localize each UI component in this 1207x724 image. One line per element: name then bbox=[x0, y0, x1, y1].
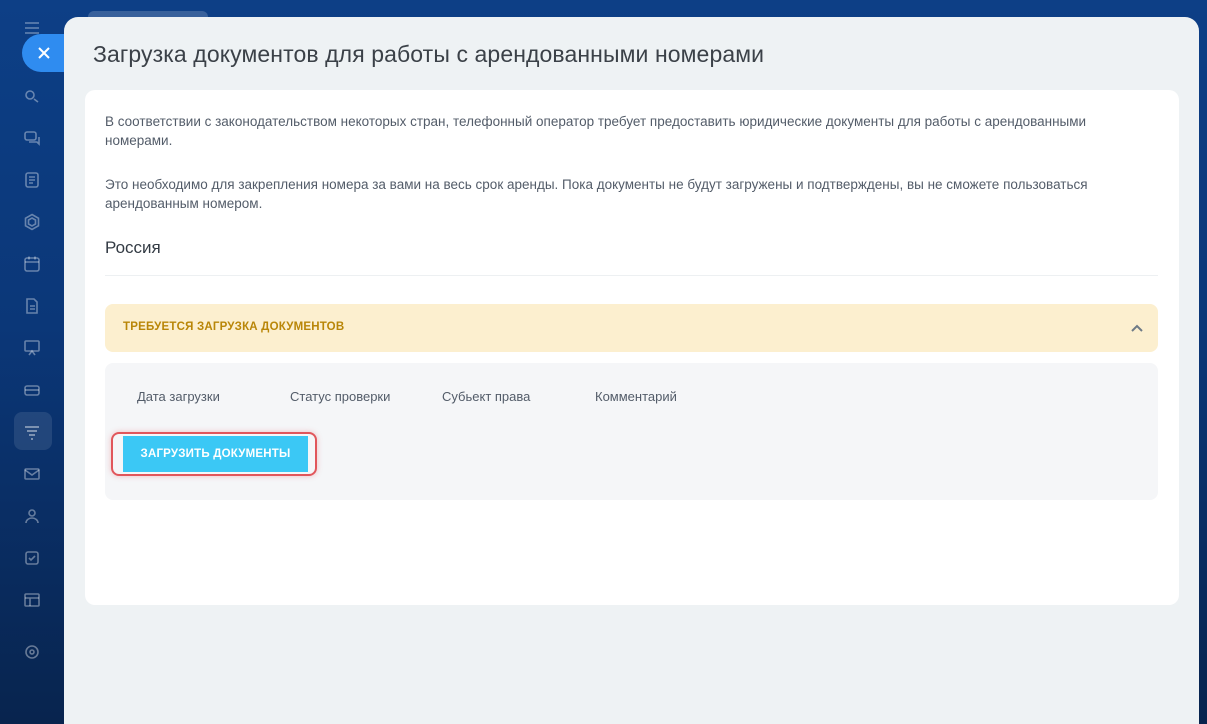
chat-icon[interactable] bbox=[22, 128, 42, 148]
upload-documents-button[interactable]: ЗАГРУЗИТЬ ДОКУМЕНТЫ bbox=[123, 436, 308, 472]
column-header-upload-date: Дата загрузки bbox=[137, 389, 220, 404]
column-header-check-status: Статус проверки bbox=[290, 389, 391, 404]
documents-status-bar[interactable]: ТРЕБУЕТСЯ ЗАГРУЗКА ДОКУМЕНТОВ bbox=[105, 304, 1158, 352]
feed-icon[interactable] bbox=[22, 170, 42, 190]
status-badge: ТРЕБУЕТСЯ ЗАГРУЗКА ДОКУМЕНТОВ bbox=[123, 321, 345, 333]
document-icon[interactable] bbox=[22, 296, 42, 316]
crm-filter-icon[interactable] bbox=[22, 422, 42, 442]
slider-panel: Загрузка документов для работы с арендов… bbox=[64, 17, 1199, 724]
sync-icon[interactable] bbox=[22, 86, 42, 106]
presentation-icon[interactable] bbox=[22, 338, 42, 358]
documents-table: Дата загрузки Статус проверки Субьект пр… bbox=[105, 363, 1158, 500]
settings-icon[interactable] bbox=[22, 642, 42, 662]
sites-icon[interactable] bbox=[22, 590, 42, 610]
left-sidebar bbox=[0, 0, 64, 724]
tasks-icon[interactable] bbox=[22, 548, 42, 568]
mail-icon[interactable] bbox=[22, 464, 42, 484]
hexagon-icon[interactable] bbox=[22, 212, 42, 232]
column-header-comment: Комментарий bbox=[595, 389, 677, 404]
divider bbox=[105, 275, 1158, 276]
column-header-subject: Субьект права bbox=[442, 389, 531, 404]
content-card: В соответствии с законодательством некот… bbox=[85, 90, 1179, 605]
contacts-icon[interactable] bbox=[22, 506, 42, 526]
calendar-icon[interactable] bbox=[22, 254, 42, 274]
close-icon bbox=[38, 47, 50, 59]
page-title: Загрузка документов для работы с арендов… bbox=[93, 41, 765, 67]
country-heading: Россия bbox=[105, 238, 161, 257]
intro-paragraph-2: Это необходимо для закрепления номера за… bbox=[105, 177, 1088, 211]
intro-paragraph-1: В соответствии с законодательством некот… bbox=[105, 114, 1087, 148]
close-slider-button[interactable] bbox=[22, 34, 66, 72]
chevron-up-icon[interactable] bbox=[1130, 321, 1144, 335]
drive-icon[interactable] bbox=[22, 380, 42, 400]
